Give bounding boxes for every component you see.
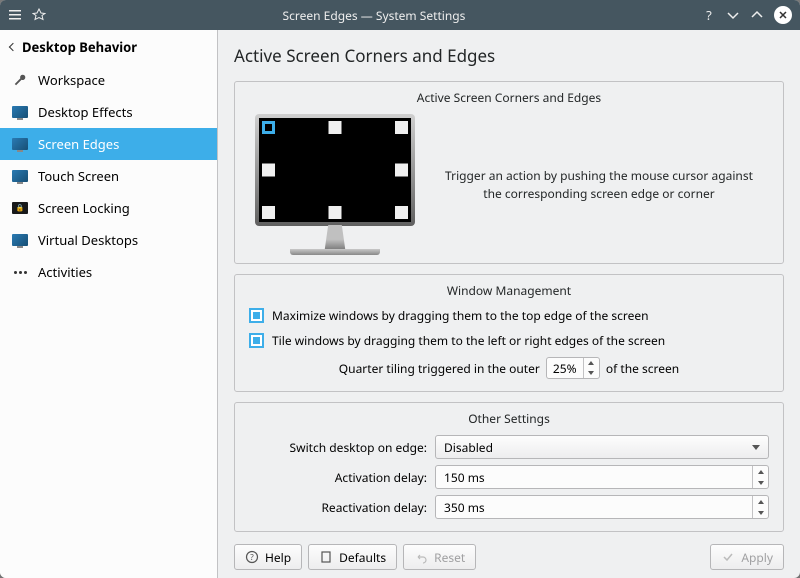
edge-hotspot-top[interactable] bbox=[329, 121, 342, 134]
sidebar-item-activities[interactable]: Activities bbox=[0, 256, 217, 288]
dots-icon bbox=[12, 264, 28, 280]
edge-hotspot-right[interactable] bbox=[395, 164, 408, 177]
minimize-icon[interactable] bbox=[726, 8, 740, 22]
lock-icon bbox=[12, 200, 28, 216]
defaults-button[interactable]: Defaults bbox=[308, 544, 397, 570]
reset-button: Reset bbox=[403, 544, 476, 570]
sidebar-item-label: Desktop Effects bbox=[38, 103, 133, 121]
maximize-icon[interactable] bbox=[750, 8, 764, 22]
spin-down-icon[interactable] bbox=[753, 507, 768, 518]
document-icon bbox=[319, 550, 333, 564]
apply-button: Apply bbox=[710, 544, 784, 570]
switch-desktop-value: Disabled bbox=[444, 439, 493, 456]
edge-hotspot-bottom-left[interactable] bbox=[262, 206, 275, 219]
monitor-preview bbox=[255, 114, 415, 255]
undo-icon bbox=[414, 550, 428, 564]
system-settings-window: Screen Edges — System Settings ? ✕ Deskt… bbox=[0, 0, 800, 578]
reactivation-delay-spinner[interactable] bbox=[435, 495, 769, 519]
quarter-tiling-prefix: Quarter tiling triggered in the outer bbox=[339, 360, 540, 377]
panel-window-management: Window Management Maximize windows by dr… bbox=[234, 274, 784, 392]
switch-desktop-label: Switch desktop on edge: bbox=[249, 439, 427, 456]
svg-text:?: ? bbox=[250, 552, 254, 563]
monitor-icon bbox=[12, 232, 28, 248]
help-icon[interactable]: ? bbox=[702, 8, 716, 22]
checkbox-tile-label: Tile windows by dragging them to the lef… bbox=[272, 332, 665, 349]
spin-up-icon[interactable] bbox=[584, 358, 599, 368]
quarter-tiling-input[interactable] bbox=[547, 358, 583, 378]
monitor-icon bbox=[12, 104, 28, 120]
activation-delay-spinner[interactable] bbox=[435, 465, 769, 489]
switch-desktop-select[interactable]: Disabled bbox=[435, 435, 769, 459]
monitor-icon bbox=[12, 168, 28, 184]
activation-delay-input[interactable] bbox=[436, 466, 752, 488]
help-icon: ? bbox=[245, 550, 259, 564]
edge-hotspot-top-left[interactable] bbox=[262, 121, 275, 134]
check-icon bbox=[721, 550, 735, 564]
sidebar-header-label: Desktop Behavior bbox=[22, 38, 137, 56]
app-menu-icon[interactable] bbox=[8, 8, 22, 22]
chevron-left-icon bbox=[9, 43, 17, 51]
spin-down-icon[interactable] bbox=[753, 477, 768, 488]
sidebar-item-workspace[interactable]: Workspace bbox=[0, 64, 217, 96]
activation-delay-label: Activation delay: bbox=[249, 469, 427, 486]
sidebar-item-label: Virtual Desktops bbox=[38, 231, 138, 249]
wrench-icon bbox=[12, 72, 28, 88]
sidebar-item-desktop-effects[interactable]: Desktop Effects bbox=[0, 96, 217, 128]
sidebar-item-label: Touch Screen bbox=[38, 167, 119, 185]
panel-hint-text: Trigger an action by pushing the mouse c… bbox=[435, 167, 763, 203]
edge-hotspot-bottom-right[interactable] bbox=[395, 206, 408, 219]
help-button-label: Help bbox=[265, 549, 291, 566]
window-title: Screen Edges — System Settings bbox=[46, 7, 702, 24]
panel-title: Active Screen Corners and Edges bbox=[235, 82, 783, 110]
sidebar-item-screen-edges[interactable]: Screen Edges bbox=[0, 128, 217, 160]
checkbox-maximize[interactable] bbox=[249, 308, 264, 323]
defaults-button-label: Defaults bbox=[339, 549, 386, 566]
quarter-tiling-suffix: of the screen bbox=[606, 360, 679, 377]
reactivation-delay-input[interactable] bbox=[436, 496, 752, 518]
spin-up-icon[interactable] bbox=[753, 496, 768, 507]
sidebar-item-virtual-desktops[interactable]: Virtual Desktops bbox=[0, 224, 217, 256]
checkbox-tile[interactable] bbox=[249, 333, 264, 348]
page-title: Active Screen Corners and Edges bbox=[234, 44, 784, 67]
sidebar-item-label: Screen Locking bbox=[38, 199, 130, 217]
sidebar-item-label: Activities bbox=[38, 263, 92, 281]
panel-title: Other Settings bbox=[235, 403, 783, 431]
reactivation-delay-label: Reactivation delay: bbox=[249, 499, 427, 516]
spin-up-icon[interactable] bbox=[753, 466, 768, 477]
panel-other-settings: Other Settings Switch desktop on edge: D… bbox=[234, 402, 784, 532]
reset-button-label: Reset bbox=[434, 549, 465, 566]
panel-active-edges: Active Screen Corners and Edges bbox=[234, 81, 784, 264]
quarter-tiling-spinner[interactable] bbox=[546, 357, 600, 379]
sidebar-item-label: Screen Edges bbox=[38, 135, 119, 153]
titlebar: Screen Edges — System Settings ? ✕ bbox=[0, 0, 800, 30]
edge-hotspot-left[interactable] bbox=[262, 164, 275, 177]
edge-hotspot-bottom[interactable] bbox=[329, 206, 342, 219]
main-content: Active Screen Corners and Edges Active S… bbox=[218, 30, 800, 578]
sidebar-item-touch-screen[interactable]: Touch Screen bbox=[0, 160, 217, 192]
sidebar-item-label: Workspace bbox=[38, 71, 105, 89]
panel-title: Window Management bbox=[235, 275, 783, 303]
pin-icon[interactable] bbox=[32, 8, 46, 22]
help-button[interactable]: ? Help bbox=[234, 544, 302, 570]
apply-button-label: Apply bbox=[741, 549, 773, 566]
checkbox-maximize-label: Maximize windows by dragging them to the… bbox=[272, 307, 649, 324]
chevron-down-icon bbox=[752, 445, 760, 450]
edge-hotspot-top-right[interactable] bbox=[395, 121, 408, 134]
footer-buttons: ? Help Defaults Reset Apply bbox=[234, 542, 784, 570]
sidebar-item-screen-locking[interactable]: Screen Locking bbox=[0, 192, 217, 224]
close-button[interactable]: ✕ bbox=[774, 6, 792, 24]
sidebar-back-header[interactable]: Desktop Behavior bbox=[0, 30, 217, 64]
monitor-icon bbox=[12, 136, 28, 152]
spin-down-icon[interactable] bbox=[584, 368, 599, 378]
sidebar: Desktop Behavior Workspace Desktop Effec… bbox=[0, 30, 218, 578]
